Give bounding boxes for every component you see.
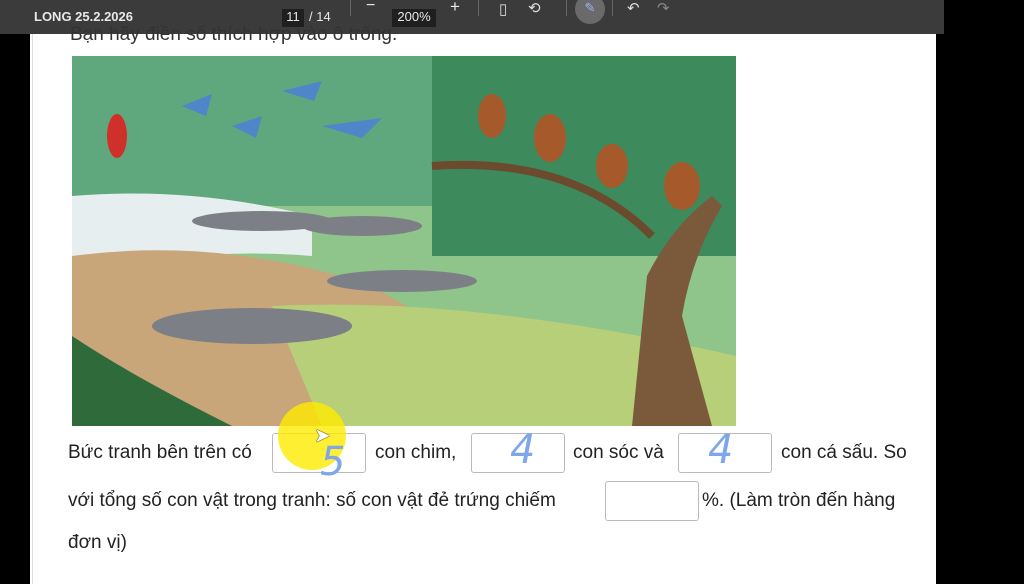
mouse-cursor-icon: ➤	[314, 425, 331, 447]
question-text: con chim,	[375, 442, 457, 463]
divider	[350, 0, 351, 16]
zoom-out-button[interactable]: −	[366, 0, 375, 15]
handwritten-answer-crocodiles: 4	[708, 427, 734, 473]
zoom-level[interactable]: 200%	[392, 9, 436, 27]
page-edge	[32, 34, 33, 584]
question-text: Bức tranh bên trên có	[68, 442, 252, 463]
rotate-icon[interactable]: ⟲	[528, 0, 541, 17]
question-text: con sóc và	[573, 442, 664, 463]
percent-answer-box[interactable]	[605, 481, 699, 521]
fit-page-icon[interactable]: ▯	[499, 0, 507, 18]
redo-button[interactable]: ↷	[657, 0, 670, 17]
question-text: con cá sấu. So	[781, 442, 907, 463]
handwritten-answer-squirrels: 4	[510, 427, 536, 473]
question-text: với tổng số con vật trong tranh: số con …	[68, 490, 556, 511]
zoom-in-button[interactable]: +	[450, 0, 460, 17]
instruction-text: Bạn hãy điền số thích hợp vào ô trống.	[70, 24, 398, 45]
question-text: đơn vị)	[68, 532, 127, 553]
divider	[478, 0, 479, 16]
document-title: LONG 25.2.2026	[34, 9, 133, 24]
divider	[612, 0, 613, 16]
question-text: %. (Làm tròn đến hàng	[702, 490, 896, 511]
question-line-1: Bức tranh bên trên có	[68, 442, 252, 464]
page-total: / 14	[309, 9, 331, 24]
pdf-page: Bạn hãy điền số thích hợp vào ô trống. B…	[30, 24, 936, 584]
divider	[566, 0, 567, 16]
draw-icon[interactable]: ✎	[575, 0, 605, 24]
undo-button[interactable]: ↶	[627, 0, 640, 17]
animals-illustration	[72, 56, 736, 426]
